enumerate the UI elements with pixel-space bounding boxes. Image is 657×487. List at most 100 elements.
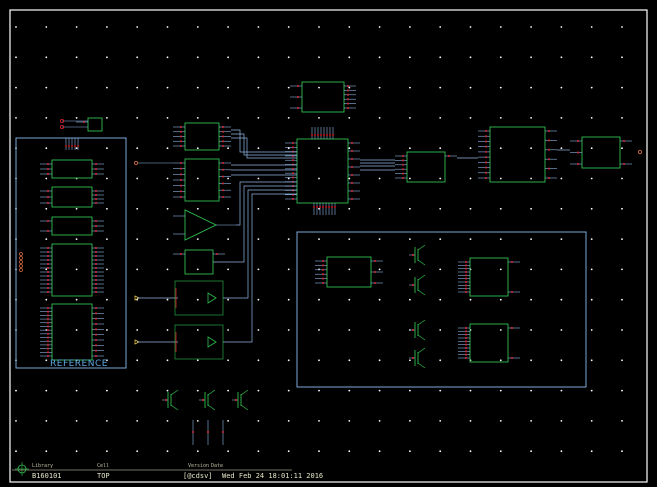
grid-dot bbox=[560, 359, 563, 362]
grid-dot bbox=[378, 420, 381, 422]
pin-terminal-icon[interactable] bbox=[19, 252, 23, 256]
grid-dot bbox=[166, 147, 169, 150]
grid-dot bbox=[439, 238, 442, 241]
cell-instance-a[interactable] bbox=[173, 122, 231, 151]
grid-dot bbox=[257, 56, 260, 59]
grid-dot bbox=[590, 177, 593, 180]
switch-block[interactable] bbox=[174, 324, 224, 360]
grid-dot bbox=[75, 56, 78, 59]
cell-instance-right-3[interactable] bbox=[570, 136, 632, 169]
grid-dot bbox=[530, 298, 532, 301]
reference-cell-2[interactable] bbox=[40, 186, 104, 208]
grid-dot bbox=[136, 389, 139, 392]
switch-block[interactable] bbox=[174, 280, 224, 316]
grid-dot bbox=[409, 238, 411, 241]
grid-dot bbox=[469, 147, 472, 150]
cell-instance-right-2[interactable] bbox=[478, 126, 557, 183]
grid-dot bbox=[530, 450, 532, 453]
grid-dot bbox=[136, 56, 139, 59]
transistor-m4[interactable] bbox=[409, 347, 426, 369]
grid-dot bbox=[45, 450, 48, 453]
schematic-canvas[interactable] bbox=[0, 0, 657, 487]
pin-terminal-icon[interactable] bbox=[133, 160, 138, 165]
pin-terminal-icon[interactable] bbox=[19, 260, 23, 264]
cell-instance-b[interactable] bbox=[173, 158, 231, 202]
reference-cell-3[interactable] bbox=[40, 216, 104, 236]
grid-dot bbox=[499, 268, 502, 271]
grid-dot bbox=[590, 298, 593, 301]
grid-dot bbox=[409, 450, 411, 453]
grid-dot bbox=[378, 359, 381, 362]
sub-cell-c[interactable] bbox=[458, 323, 520, 363]
transistor-m6[interactable] bbox=[199, 389, 216, 411]
sub-cell-a[interactable] bbox=[315, 256, 383, 288]
grid-dot bbox=[15, 86, 17, 89]
cell-instance-right-1[interactable] bbox=[395, 151, 457, 183]
grid-dot bbox=[378, 329, 381, 331]
small-cell-instance[interactable] bbox=[76, 117, 103, 132]
grid-dot bbox=[378, 177, 381, 180]
pin-terminal-icon[interactable] bbox=[19, 268, 23, 272]
grid-dot bbox=[318, 238, 320, 241]
reference-cell-5[interactable] bbox=[40, 303, 104, 361]
grid-dot bbox=[348, 450, 351, 453]
grid-dot bbox=[287, 420, 290, 422]
grid-dot bbox=[560, 238, 563, 241]
grid-dot bbox=[106, 450, 108, 453]
sub-cell-b[interactable] bbox=[458, 257, 520, 297]
reference-cell-1[interactable] bbox=[40, 159, 104, 179]
grid-dot bbox=[106, 298, 108, 301]
transistor-m2[interactable] bbox=[409, 274, 426, 296]
grid-dot bbox=[15, 420, 17, 422]
grid-dot bbox=[75, 117, 78, 119]
grid-dot bbox=[227, 389, 230, 392]
pin-terminal-icon[interactable] bbox=[638, 149, 643, 154]
grid-dot bbox=[106, 147, 108, 150]
grid-dot bbox=[257, 147, 260, 150]
pin-terminal-icon[interactable] bbox=[19, 256, 23, 260]
grid-dot bbox=[106, 86, 108, 89]
grid-dot bbox=[469, 56, 472, 59]
grid-dot bbox=[499, 389, 502, 392]
grid-dot bbox=[227, 359, 230, 362]
pin-terminal-icon[interactable] bbox=[19, 264, 23, 268]
grid-dot bbox=[499, 420, 502, 422]
grid-dot bbox=[196, 238, 199, 241]
grid-dot bbox=[560, 147, 563, 150]
grid-dot bbox=[196, 268, 199, 271]
grid-dot bbox=[106, 117, 108, 119]
reference-cell-4[interactable] bbox=[40, 243, 104, 297]
grid-dot bbox=[469, 389, 472, 392]
grid-dot bbox=[348, 359, 351, 362]
opamp-symbol[interactable] bbox=[173, 209, 236, 241]
grid-dot bbox=[227, 329, 230, 331]
grid-dot bbox=[409, 26, 411, 28]
grid-dot bbox=[499, 298, 502, 301]
grid-dot bbox=[560, 207, 563, 210]
grid-dot bbox=[136, 329, 139, 331]
transistor-m1[interactable] bbox=[409, 244, 426, 266]
grid-dot bbox=[560, 177, 563, 180]
grid-dot bbox=[530, 389, 532, 392]
grid-dot bbox=[621, 420, 623, 422]
transistor-m7[interactable] bbox=[232, 389, 249, 411]
grid-dot bbox=[530, 238, 532, 241]
grid-dot bbox=[318, 147, 320, 150]
grid-dot bbox=[469, 86, 472, 89]
grid-dot bbox=[257, 117, 260, 119]
transistor-m5[interactable] bbox=[162, 389, 179, 411]
grid-dot bbox=[560, 117, 563, 119]
grid-dot bbox=[45, 238, 48, 241]
grid-dot bbox=[136, 117, 139, 119]
device-symbols[interactable] bbox=[162, 244, 426, 411]
transistor-m3[interactable] bbox=[409, 319, 426, 341]
grid-dot bbox=[196, 86, 199, 89]
cell-instance-top[interactable] bbox=[290, 81, 356, 113]
instance-symbols[interactable] bbox=[19, 81, 643, 363]
grid-dot bbox=[45, 177, 48, 180]
grid-dot bbox=[590, 420, 593, 422]
grid-dot bbox=[348, 329, 351, 331]
grid-dot bbox=[166, 177, 169, 180]
grid-dot bbox=[409, 56, 411, 59]
reference-block-frame bbox=[15, 137, 127, 369]
